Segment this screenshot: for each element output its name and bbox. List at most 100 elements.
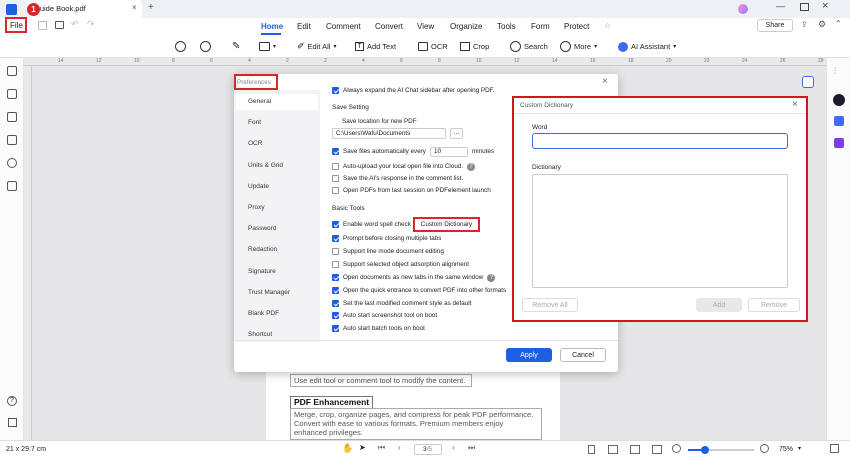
highlight-button[interactable]: ✎	[232, 40, 240, 53]
redo-icon[interactable]: ↷	[87, 19, 95, 30]
option-save-ai[interactable]: Save the AI's response in the comment li…	[332, 174, 463, 183]
apply-button[interactable]: Apply	[506, 348, 552, 362]
checkbox-unchecked[interactable]	[332, 261, 339, 268]
zoom-slider-handle[interactable]	[700, 446, 709, 454]
remove-all-button[interactable]: Remove All	[522, 298, 578, 312]
menu-convert[interactable]: Convert	[375, 22, 403, 31]
avatar[interactable]	[738, 4, 748, 14]
fit-width-icon[interactable]	[630, 445, 640, 454]
settings-icon[interactable]: ⚙	[818, 19, 826, 30]
single-page-view-icon[interactable]	[588, 445, 595, 454]
bookmark-icon[interactable]	[6, 89, 17, 99]
search-panel-icon[interactable]	[6, 158, 17, 168]
pref-nav-signature[interactable]: Signature	[248, 268, 276, 275]
search-button[interactable]: Search	[510, 40, 548, 53]
two-page-view-icon[interactable]	[608, 445, 618, 454]
zoom-in-button[interactable]	[200, 40, 211, 53]
pref-nav-blank-pdf[interactable]: Blank PDF	[248, 310, 279, 317]
custom-dictionary-close-icon[interactable]: ×	[792, 99, 798, 110]
print-icon[interactable]	[55, 21, 64, 29]
option-quick-entrance[interactable]: Open the quick entrance to convert PDF i…	[332, 286, 506, 295]
edit-all-button[interactable]: ✐ Edit All ▾	[297, 40, 337, 53]
option-prompt-close[interactable]: Prompt before closing multiple tabs	[332, 234, 441, 243]
cancel-button[interactable]: Cancel	[560, 348, 606, 362]
layers-icon[interactable]	[6, 181, 17, 191]
menu-edit[interactable]: Edit	[297, 22, 311, 31]
help-icon[interactable]: ?	[7, 396, 17, 406]
first-page-icon[interactable]: ⏮	[378, 443, 385, 453]
ai-assistant-button[interactable]: AI Assistant ▾	[618, 40, 676, 53]
last-page-icon[interactable]: ⏭	[468, 443, 475, 453]
checkbox-unchecked[interactable]	[332, 163, 339, 170]
prev-page-icon[interactable]: ‹	[398, 443, 401, 452]
info-icon[interactable]: ?	[467, 162, 476, 171]
hand-tool-icon[interactable]: ✋	[342, 443, 353, 454]
zoom-out-small-icon[interactable]	[672, 444, 681, 453]
chevron-down-icon[interactable]: ▾	[798, 445, 801, 452]
checkbox-checked[interactable]	[332, 274, 339, 281]
custom-dictionary-button[interactable]: Custom Dictionary	[413, 217, 480, 232]
checkbox-unchecked[interactable]	[332, 175, 339, 182]
floating-translate-icon[interactable]	[802, 76, 814, 88]
maximize-icon[interactable]	[800, 3, 809, 11]
pref-nav-general[interactable]: General	[236, 94, 318, 110]
close-window-icon[interactable]: ×	[822, 0, 828, 12]
menu-form[interactable]: Form	[531, 22, 550, 31]
pin-icon[interactable]: ☆	[604, 21, 611, 30]
menu-comment[interactable]: Comment	[326, 22, 361, 31]
checkbox-unchecked[interactable]	[332, 187, 339, 194]
collapse-icon[interactable]: ⌃	[835, 19, 842, 28]
page-thumbnail-icon[interactable]	[6, 66, 17, 76]
zoom-in-small-icon[interactable]	[760, 444, 769, 453]
checkbox-checked[interactable]	[332, 221, 339, 228]
option-open-last[interactable]: Open PDFs from last session on PDFelemen…	[332, 186, 491, 195]
page-input[interactable]: 3/5	[414, 444, 442, 455]
pref-nav-ocr[interactable]: OCR	[248, 140, 262, 147]
ocr-button[interactable]: OCR	[418, 40, 448, 53]
checkbox-checked[interactable]	[332, 300, 339, 307]
checkbox-checked[interactable]	[332, 325, 339, 332]
attachment-icon[interactable]	[6, 135, 17, 145]
browse-button[interactable]: …	[450, 128, 463, 139]
option-expand-ai-chat[interactable]: Always expand the AI Chat sidebar after …	[332, 87, 495, 94]
translate-icon[interactable]	[834, 116, 844, 126]
shape-button[interactable]: ▾	[259, 40, 276, 53]
properties-icon[interactable]: ⫶	[834, 66, 836, 77]
crop-button[interactable]: Crop	[460, 40, 489, 53]
menu-protect[interactable]: Protect	[564, 22, 589, 31]
pref-nav-font[interactable]: Font	[248, 119, 261, 126]
remove-button[interactable]: Remove	[748, 298, 800, 312]
option-comment-style[interactable]: Set the last modified comment style as d…	[332, 299, 471, 308]
doc-paragraph[interactable]: Merge, crop, organize pages, and compres…	[290, 408, 542, 440]
fullscreen-icon[interactable]	[830, 444, 839, 453]
doc-text-box-1[interactable]: Use edit tool or comment tool to modify …	[290, 374, 472, 387]
close-tab-icon[interactable]: ×	[132, 3, 137, 12]
option-new-tabs[interactable]: Open documents as new tabs in the same w…	[332, 273, 496, 282]
select-tool-icon[interactable]: ➤	[359, 443, 366, 452]
menu-organize[interactable]: Organize	[450, 22, 482, 31]
zoom-level[interactable]: 75%	[779, 446, 793, 453]
zoom-slider[interactable]	[688, 449, 754, 451]
pref-nav-redaction[interactable]: Redaction	[248, 246, 277, 253]
add-text-button[interactable]: T Add Text	[355, 40, 396, 53]
option-line-mode[interactable]: Support line mode document editing	[332, 247, 444, 256]
add-button[interactable]: Add	[696, 298, 742, 312]
next-page-icon[interactable]: ›	[452, 443, 455, 452]
option-autosave[interactable]: Save files automatically every 10 minutes	[332, 146, 494, 157]
option-batch[interactable]: Auto start batch tools on boot	[332, 324, 425, 333]
pref-nav-trust-manager[interactable]: Trust Manager	[248, 289, 290, 296]
checkbox-checked[interactable]	[332, 148, 339, 155]
checkbox-unchecked[interactable]	[332, 248, 339, 255]
preferences-close-icon[interactable]: ×	[602, 76, 608, 87]
pref-nav-proxy[interactable]: Proxy	[248, 204, 265, 211]
file-menu[interactable]: File	[10, 21, 23, 30]
document-tab[interactable]: Guide Book.pdf ×	[28, 0, 142, 18]
checkbox-checked[interactable]	[332, 312, 339, 319]
upload-icon[interactable]: ⇪	[801, 20, 808, 29]
checkbox-checked[interactable]	[332, 87, 339, 94]
comment-icon[interactable]	[6, 112, 17, 122]
pref-nav-password[interactable]: Password	[248, 225, 277, 232]
pref-nav-shortcut[interactable]: Shortcut	[248, 331, 272, 338]
menu-home[interactable]: Home	[261, 22, 283, 31]
share-button[interactable]: Share	[757, 19, 793, 32]
